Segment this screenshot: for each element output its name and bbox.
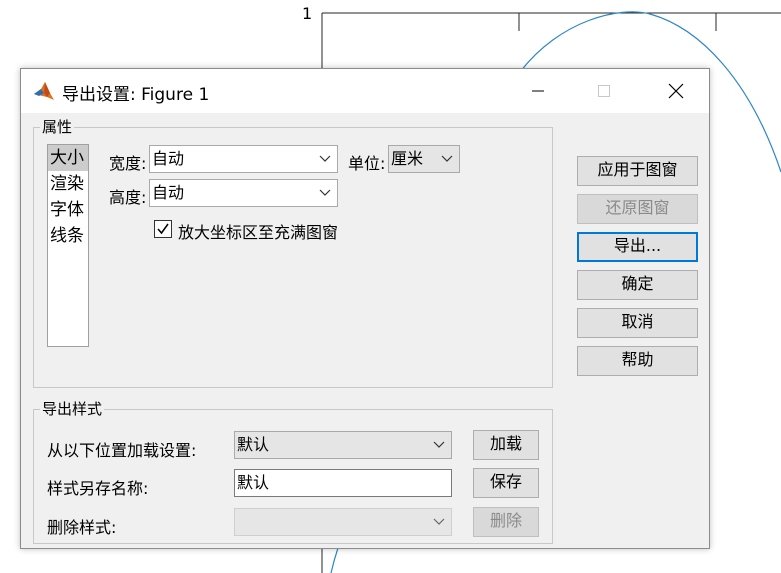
delete-style-select[interactable] (234, 508, 452, 536)
save-button[interactable]: 保存 (473, 468, 539, 498)
minimize-icon (532, 90, 544, 92)
load-settings-value: 默认 (237, 435, 270, 454)
save-style-label: 样式另存名称: (47, 479, 149, 498)
category-item-size[interactable]: 大小 (48, 145, 88, 171)
category-item-lines[interactable]: 线条 (48, 223, 88, 249)
height-label: 高度: (109, 188, 147, 207)
properties-category-list[interactable]: 大小 渲染 字体 线条 (47, 144, 89, 347)
maximize-icon (598, 85, 610, 97)
height-select[interactable]: 自动 (149, 179, 338, 207)
apply-to-figure-button[interactable]: 应用于图窗 (577, 156, 698, 186)
revert-figure-button[interactable]: 还原图窗 (577, 194, 698, 224)
category-item-rendering[interactable]: 渲染 (48, 171, 88, 197)
chevron-down-icon (441, 155, 453, 162)
chevron-down-icon (319, 155, 331, 162)
chevron-down-icon (319, 189, 331, 196)
cancel-button[interactable]: 取消 (577, 308, 698, 338)
matlab-icon (34, 82, 54, 100)
maximize-button[interactable] (581, 69, 627, 113)
checkmark-icon (157, 223, 169, 235)
export-setup-dialog: 导出设置: Figure 1 属性 大小 渲染 字体 线条 宽度: 自动 单位:… (20, 68, 710, 549)
load-button[interactable]: 加载 (473, 430, 539, 460)
save-style-name-input[interactable]: 默认 (234, 469, 452, 497)
expand-axes-checkbox[interactable] (154, 220, 172, 238)
expand-axes-label: 放大坐标区至充满图窗 (178, 223, 339, 242)
width-select-value: 自动 (152, 149, 185, 168)
export-button[interactable]: 导出... (577, 232, 698, 262)
load-settings-label: 从以下位置加载设置: (47, 441, 197, 460)
width-label: 宽度: (109, 154, 147, 173)
ok-button[interactable]: 确定 (577, 270, 698, 300)
units-label: 单位: (348, 154, 386, 173)
axis-tick-label: 1 (302, 4, 313, 23)
height-select-value: 自动 (152, 183, 185, 202)
export-styles-group-label: 导出样式 (40, 400, 105, 418)
help-button[interactable]: 帮助 (577, 346, 698, 376)
chevron-down-icon (433, 441, 445, 448)
width-select[interactable]: 自动 (149, 145, 338, 173)
minimize-button[interactable] (515, 69, 561, 113)
category-item-fonts[interactable]: 字体 (48, 197, 88, 223)
chevron-down-icon (433, 518, 445, 525)
delete-style-label: 删除样式: (47, 518, 117, 537)
close-button[interactable] (653, 69, 699, 113)
export-styles-group: 导出样式 从以下位置加载设置: 默认 加载 样式另存名称: 默认 保存 删除样式… (33, 400, 553, 544)
delete-button[interactable]: 删除 (473, 507, 539, 537)
units-select[interactable]: 厘米 (388, 145, 460, 173)
window-title: 导出设置: Figure 1 (62, 85, 210, 105)
units-select-value: 厘米 (391, 149, 424, 168)
close-icon (668, 83, 684, 99)
properties-group: 属性 大小 渲染 字体 线条 宽度: 自动 单位: 厘米 高度: 自动 放大坐标… (33, 118, 553, 388)
load-settings-select[interactable]: 默认 (234, 431, 452, 459)
title-bar[interactable]: 导出设置: Figure 1 (21, 69, 709, 113)
properties-group-label: 属性 (40, 118, 75, 136)
